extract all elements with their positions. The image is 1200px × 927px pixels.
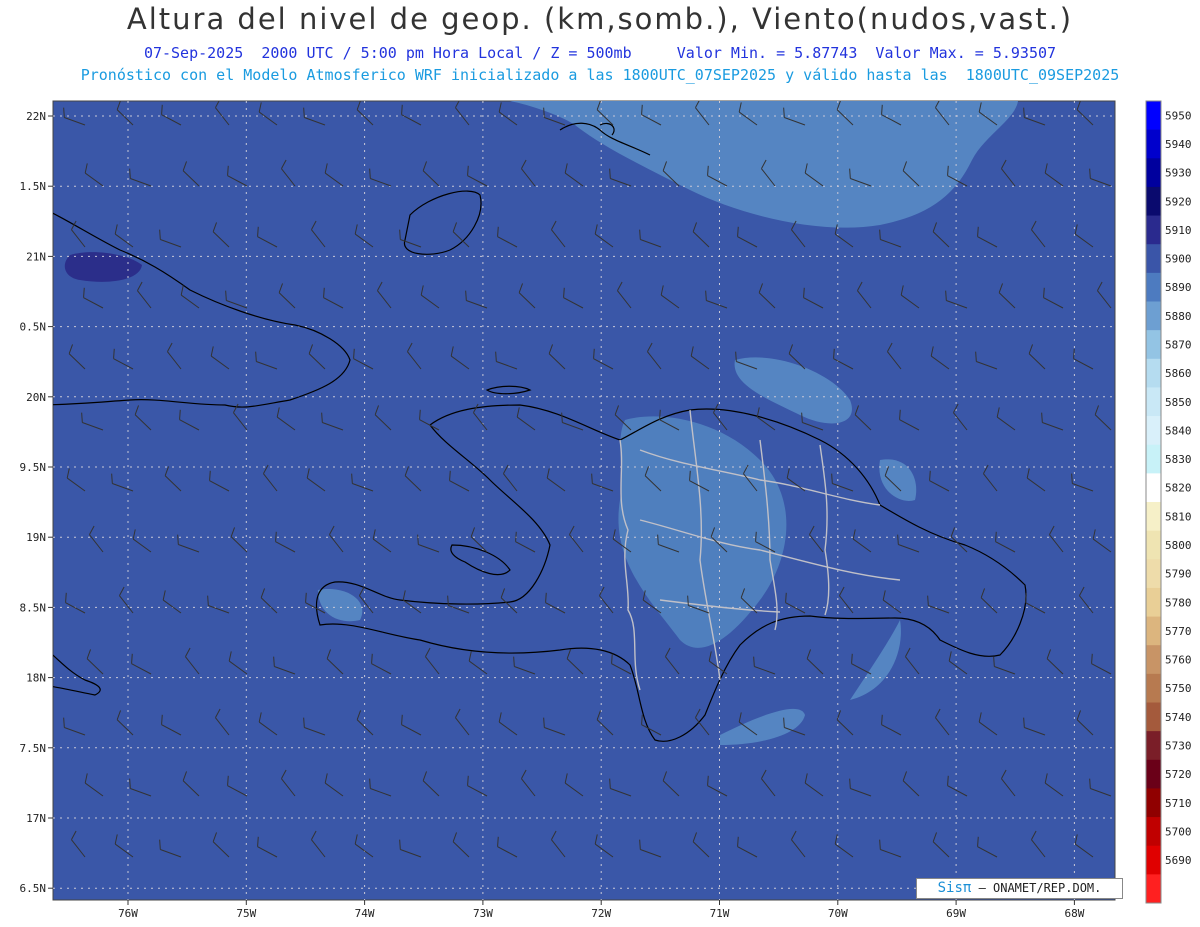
- colorbar-swatch: [1146, 101, 1161, 131]
- colorbar-swatch: [1146, 845, 1161, 875]
- colorbar-label: 5940: [1165, 138, 1192, 151]
- map-svg: 22N 1.5N 21N 0.5N 20N 9.5N 19N 8.5N 18N 7.5N 17N 6.…: [20, 100, 1192, 920]
- colorbar-swatch: [1146, 301, 1161, 331]
- colorbar-label: 5790: [1165, 568, 1192, 581]
- colorbar-swatch: [1146, 387, 1161, 417]
- colorbar-label: 5850: [1165, 396, 1192, 409]
- colorbar-label: 5950: [1165, 109, 1192, 122]
- colorbar-label: 5710: [1165, 797, 1192, 810]
- lat-tick-label: 21N: [26, 250, 46, 263]
- colorbar-label: 5840: [1165, 424, 1192, 437]
- lon-tick-label: 70W: [828, 907, 848, 920]
- colorbar-swatch: [1146, 215, 1161, 245]
- lon-tick-label: 73W: [473, 907, 493, 920]
- colorbar-label: 5890: [1165, 281, 1192, 294]
- lat-tick-label: 1.5N: [20, 180, 47, 193]
- credit-brand: Sisπ: [937, 880, 972, 896]
- colorbar-swatch: [1146, 244, 1161, 274]
- colorbar-swatch: [1146, 874, 1161, 904]
- lat-tick-label: 20N: [26, 391, 46, 404]
- lon-tick-label: 75W: [236, 907, 256, 920]
- colorbar-label: 5700: [1165, 825, 1192, 838]
- colorbar-swatch: [1146, 817, 1161, 847]
- colorbar-label: 5920: [1165, 195, 1192, 208]
- lat-tick-label: 17N: [26, 812, 46, 825]
- lat-tick-label: 19N: [26, 531, 46, 544]
- colorbar-swatch: [1146, 444, 1161, 474]
- colorbar-label: 5880: [1165, 310, 1192, 323]
- colorbar-label: 5690: [1165, 854, 1192, 867]
- colorbar-swatch: [1146, 502, 1161, 532]
- credit-text: – ONAMET/REP.DOM.: [978, 881, 1102, 895]
- colorbar-label: 5870: [1165, 338, 1192, 351]
- lon-tick-label: 74W: [355, 907, 375, 920]
- colorbar-swatch: [1146, 731, 1161, 761]
- colorbar-swatch: [1146, 530, 1161, 560]
- colorbar-label: 5820: [1165, 482, 1192, 495]
- colorbar-label: 5750: [1165, 682, 1192, 695]
- lon-tick-label: 68W: [1064, 907, 1084, 920]
- lon-tick-label: 71W: [710, 907, 730, 920]
- lon-tick-label: 76W: [118, 907, 138, 920]
- colorbar-swatch: [1146, 358, 1161, 388]
- lat-tick-label: 8.5N: [20, 601, 47, 614]
- colorbar-label: 5770: [1165, 625, 1192, 638]
- lon-tick-label: 69W: [946, 907, 966, 920]
- lat-tick-label: 18N: [26, 672, 46, 685]
- colorbar-label: 5830: [1165, 453, 1192, 466]
- lon-tick-label: 72W: [591, 907, 611, 920]
- colorbar-swatch: [1146, 186, 1161, 217]
- colorbar-label: 5730: [1165, 739, 1192, 752]
- colorbar-swatch: [1146, 616, 1161, 646]
- lon-axis: 76W 75W 74W 73W 72W 71W 70W 69W 68W: [118, 900, 1085, 920]
- colorbar-swatch: [1146, 559, 1161, 589]
- colorbar-swatch: [1146, 673, 1161, 703]
- colorbar-swatch: [1146, 759, 1161, 789]
- colorbar-label: 5810: [1165, 510, 1192, 523]
- lat-tick-label: 0.5N: [20, 321, 47, 334]
- colorbar-label: 5900: [1165, 253, 1192, 266]
- colorbar-swatch: [1146, 416, 1161, 446]
- colorbar-swatch: [1146, 645, 1161, 675]
- colorbar-swatch: [1146, 330, 1161, 360]
- lat-tick-label: 22N: [26, 110, 46, 123]
- colorbar-swatch: [1146, 473, 1161, 503]
- colorbar-label: 5760: [1165, 654, 1192, 667]
- lat-tick-label: 6.5N: [20, 882, 47, 895]
- colorbar-label: 5860: [1165, 367, 1192, 380]
- lat-tick-label: 9.5N: [20, 461, 47, 474]
- colorbar-label: 5780: [1165, 596, 1192, 609]
- colorbar-label: 5910: [1165, 224, 1192, 237]
- colorbar-label: 5740: [1165, 711, 1192, 724]
- colorbar-swatch: [1146, 587, 1161, 618]
- lat-tick-label: 7.5N: [20, 742, 47, 755]
- colorbar-swatch: [1146, 272, 1161, 302]
- colorbar-swatch: [1146, 702, 1161, 732]
- colorbar-label: 5720: [1165, 768, 1192, 781]
- colorbar: 5950 5940 5930 5920 5910 5900 5890 5880 5870 5860…: [1145, 100, 1192, 904]
- credit-box: Sisπ – ONAMET/REP.DOM.: [916, 878, 1123, 899]
- colorbar-swatch: [1146, 129, 1161, 159]
- colorbar-swatch: [1146, 788, 1161, 818]
- colorbar-label: 5800: [1165, 539, 1192, 552]
- colorbar-label: 5930: [1165, 167, 1192, 180]
- colorbar-swatch: [1146, 158, 1161, 188]
- lat-axis: 22N 1.5N 21N 0.5N 20N 9.5N 19N 8.5N 18N 7.5N 17N 6.…: [20, 110, 53, 895]
